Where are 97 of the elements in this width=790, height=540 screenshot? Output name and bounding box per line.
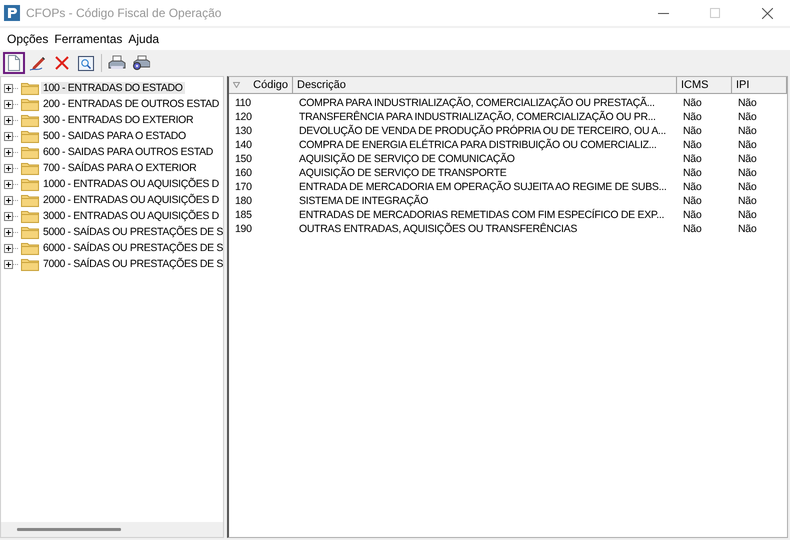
- expand-icon[interactable]: [4, 132, 19, 140]
- table-cell-text: 110: [234, 96, 252, 110]
- menu-item[interactable]: Ferramentas: [51, 32, 126, 46]
- folder-icon: [21, 241, 39, 255]
- table-cell-text: SISTEMA DE INTEGRAÇÃO: [298, 194, 430, 208]
- table-cell-text: 120: [234, 110, 253, 124]
- table-cell-text: Não: [737, 194, 758, 208]
- expand-icon[interactable]: [4, 212, 19, 220]
- expand-icon[interactable]: [4, 148, 19, 156]
- folder-icon: [21, 97, 39, 111]
- table-cell-text: ENTRADA DE MERCADORIA EM OPERAÇÃO SUJEITA AO REGIME DE SUBS...: [298, 180, 668, 194]
- pencil-icon: [29, 55, 47, 71]
- expand-icon[interactable]: [4, 260, 19, 268]
- window-title: CFOPs - Código Fiscal de Operação: [26, 6, 222, 20]
- table-cell-text: Não: [682, 152, 702, 166]
- expand-icon[interactable]: [4, 180, 19, 188]
- table-cell-text: 150: [234, 152, 253, 166]
- tree-item[interactable]: 100 - ENTRADAS DO ESTADO: [41, 82, 185, 94]
- new-document-icon: [8, 55, 20, 71]
- tree-item[interactable]: 500 - SAIDAS PARA O ESTADO: [41, 130, 188, 142]
- table-cell-text: AQUISIÇÃO DE SERVIÇO DE COMUNICAÇÃO: [298, 152, 516, 166]
- table-cell-text: 160: [234, 166, 253, 180]
- folder-icon: [21, 129, 39, 143]
- table-cell-text: DEVOLUÇÃO DE VENDA DE PRODUÇÃO PRÓPRIA OU DE TERCEIRO, OU A...: [298, 124, 667, 138]
- folder-icon: [21, 81, 39, 95]
- table-cell-text: 190: [234, 222, 253, 236]
- maximize-icon: [710, 8, 720, 18]
- folder-icon: [21, 177, 39, 191]
- tree-item[interactable]: 7000 - SAÍDAS OU PRESTAÇÕES DE S: [41, 258, 225, 270]
- table-cell-text: Não: [737, 222, 758, 236]
- delete-icon: [55, 56, 69, 70]
- table-cell-text: 130: [234, 124, 253, 138]
- tree-item[interactable]: 5000 - SAÍDAS OU PRESTAÇÕES DE S: [41, 226, 225, 238]
- tree-item[interactable]: 3000 - ENTRADAS OU AQUISIÇÕES D: [41, 210, 221, 222]
- expand-icon[interactable]: [4, 164, 19, 172]
- folder-icon: [21, 209, 39, 223]
- table-cell-text: Não: [682, 138, 702, 152]
- table-cell-text: Não: [737, 96, 758, 110]
- column-header[interactable]: ICMS: [677, 77, 732, 94]
- folder-icon: [21, 113, 39, 127]
- folder-icon: [21, 257, 39, 271]
- table-cell-text: Não: [682, 166, 702, 180]
- folder-icon: [21, 161, 39, 175]
- folder-icon: [21, 193, 39, 207]
- table-cell-text: Não: [737, 208, 758, 222]
- minimize-icon: [658, 12, 668, 14]
- table-cell-text: Não: [682, 208, 702, 222]
- expand-icon[interactable]: [4, 84, 19, 92]
- tree-item[interactable]: 200 - ENTRADAS DE OUTROS ESTAD: [41, 98, 222, 110]
- printer-settings-icon: [132, 55, 150, 71]
- table-cell-text: Não: [682, 124, 702, 138]
- preview-icon: [78, 56, 94, 70]
- table-cell-text: Não: [682, 110, 702, 124]
- tree-item[interactable]: 6000 - SAÍDAS OU PRESTAÇÕES DE S: [41, 242, 225, 254]
- expand-icon[interactable]: [4, 100, 19, 108]
- app-logo-icon: [4, 5, 20, 21]
- table-cell-text: 170: [234, 180, 253, 194]
- column-header[interactable]: Código: [229, 77, 293, 94]
- column-header[interactable]: Descrição: [293, 77, 677, 94]
- table-cell-text: OUTRAS ENTRADAS, AQUISIÇÕES OU TRANSFERÊNCIAS: [298, 222, 578, 236]
- expand-icon[interactable]: [4, 244, 19, 252]
- table-cell-text: 140: [234, 138, 253, 152]
- table-cell-text: Não: [737, 110, 758, 124]
- table-cell-text: Não: [737, 180, 758, 194]
- table-cell-text: COMPRA DE ENERGIA ELÉTRICA PARA DISTRIBUIÇÃO OU COMERCIALIZ...: [298, 138, 658, 152]
- table-cell-text: TRANSFERÊNCIA PARA INDUSTRIALIZAÇÃO, COMERCIALIZAÇÃO OU PR...: [298, 110, 657, 124]
- tree-item[interactable]: 600 - SAIDAS PARA OUTROS ESTAD: [41, 146, 215, 158]
- tree-item[interactable]: 1000 - ENTRADAS OU AQUISIÇÕES D: [41, 178, 221, 190]
- tree-item[interactable]: 2000 - ENTRADAS OU AQUISIÇÕES D: [41, 194, 221, 206]
- table-cell-text: Não: [682, 96, 702, 110]
- expand-icon[interactable]: [4, 196, 19, 204]
- folder-icon: [21, 225, 39, 239]
- horizontal-scrollbar[interactable]: [1, 522, 223, 537]
- table-cell-text: Não: [682, 180, 702, 194]
- printer-icon: [108, 55, 126, 71]
- toolbar-button[interactable]: [3, 52, 25, 74]
- table-cell-text: Não: [737, 166, 758, 180]
- tree-item[interactable]: 300 - ENTRADAS DO EXTERIOR: [41, 114, 196, 126]
- sort-icon: [233, 82, 240, 88]
- menu-item[interactable]: Ajuda: [125, 32, 162, 46]
- table-cell-text: 180: [234, 194, 253, 208]
- table-cell-text: Não: [737, 152, 758, 166]
- expand-icon[interactable]: [4, 116, 19, 124]
- table-cell-text: Não: [737, 138, 758, 152]
- table-cell-text: Não: [737, 124, 758, 138]
- expand-icon[interactable]: [4, 228, 19, 236]
- table-cell-text: ENTRADAS DE MERCADORIAS REMETIDAS COM FIM ESPECÍFICO DE EXP...: [298, 208, 666, 222]
- folder-icon: [21, 145, 39, 159]
- table-cell-text: 185: [234, 208, 253, 222]
- menu-item[interactable]: Opções: [4, 32, 52, 46]
- table-cell-text: Não: [682, 222, 702, 236]
- table-cell-text: Não: [682, 194, 702, 208]
- close-icon: [762, 8, 772, 18]
- tree-item[interactable]: 700 - SAÍDAS PARA O EXTERIOR: [41, 162, 198, 174]
- table-cell-text: COMPRA PARA INDUSTRIALIZAÇÃO, COMERCIALIZAÇÃO OU PRESTAÇÃ...: [298, 96, 656, 110]
- column-header[interactable]: IPI: [732, 77, 787, 94]
- table-cell-text: AQUISIÇÃO DE SERVIÇO DE TRANSPORTE: [298, 166, 508, 180]
